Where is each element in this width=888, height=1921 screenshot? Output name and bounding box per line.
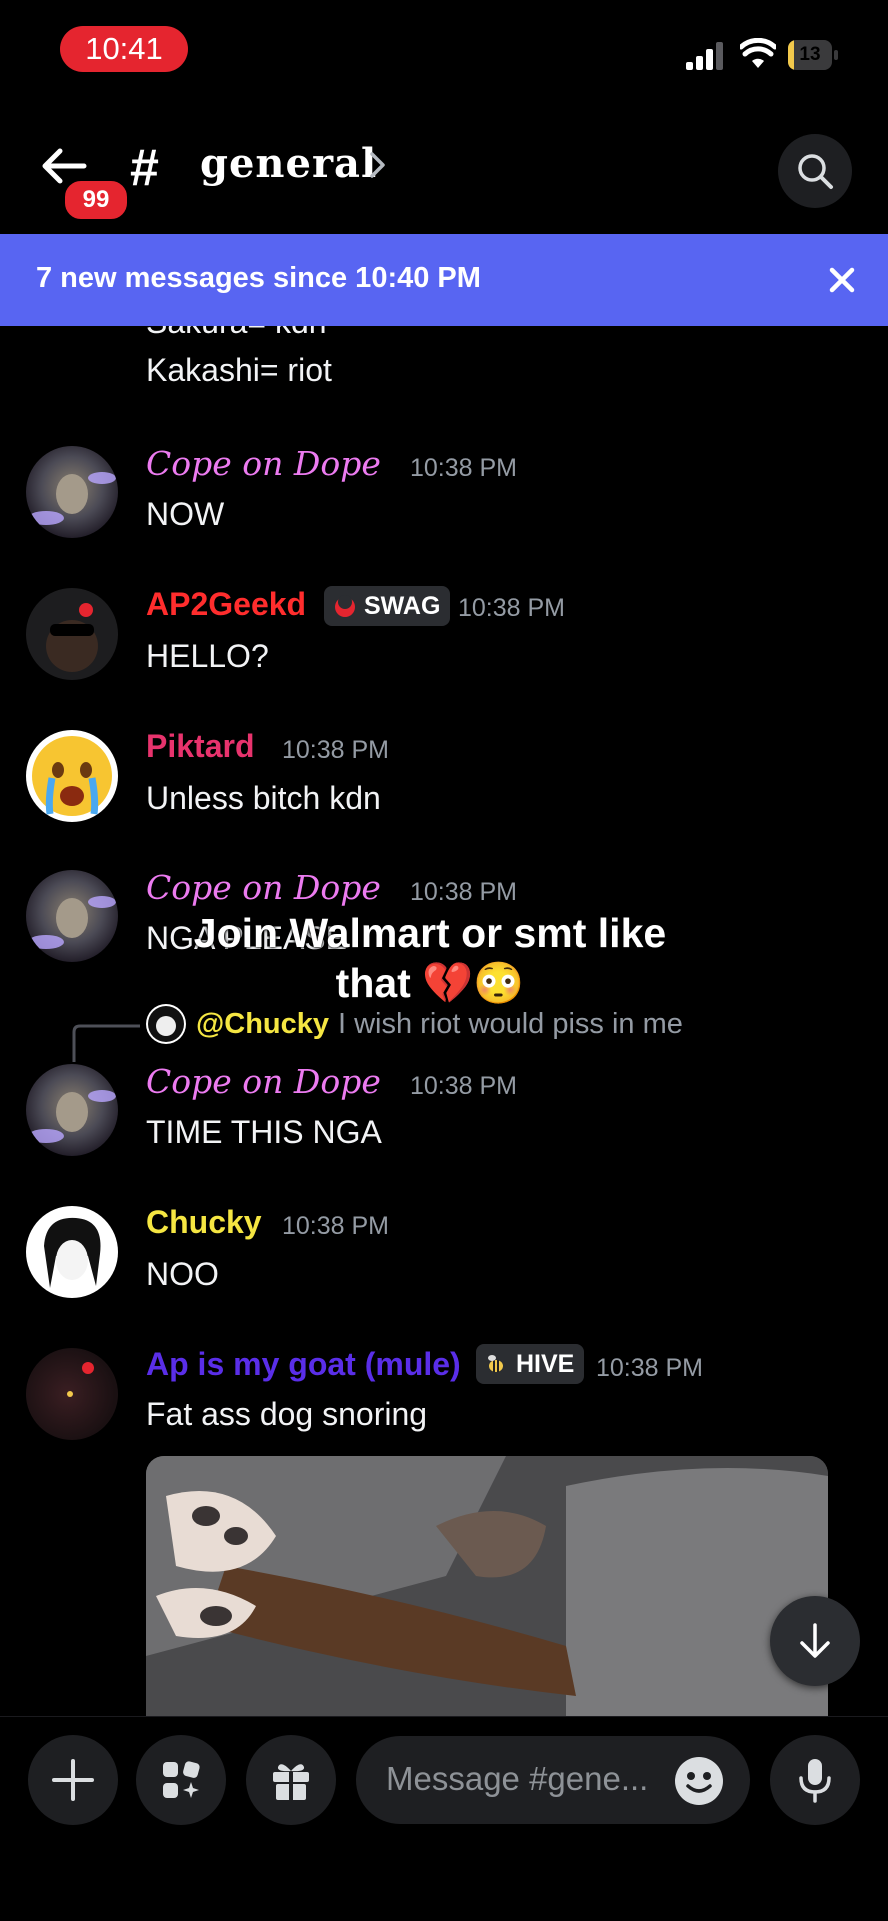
message-text: NOW [146,496,225,532]
dog-photo [146,1456,828,1716]
avatar[interactable] [26,446,118,538]
banner-text: 7 new messages since 10:40 PM [36,262,481,294]
gift-button[interactable] [246,1735,336,1825]
plus-icon [52,1759,94,1801]
channel-hash-icon: # [130,139,159,197]
message-author[interactable]: Piktard [146,728,254,765]
message-text: Kakashi= riot [146,352,332,388]
message-timestamp: 10:38 PM [410,878,518,906]
avatar[interactable] [26,730,118,822]
battery-icon: 13 [788,40,840,70]
role-tag: SWAG [324,586,451,626]
bee-icon [488,1355,503,1372]
battery-percent: 13 [799,44,821,65]
arrow-down-icon [800,1623,830,1658]
channel-name[interactable]: general [200,140,377,187]
message-author[interactable]: Ap is my goat (mule) [146,1346,461,1383]
role-tag-label: HIVE [516,1349,575,1378]
image-attachment[interactable] [146,1456,828,1716]
message-author[interactable]: Cope on Dope [146,868,381,907]
message-text: TIME THIS NGA [146,1114,382,1150]
search-icon [798,154,833,189]
message-timestamp: 10:38 PM [282,736,390,764]
video-caption-line: that 💔😳 [335,960,525,1006]
message-input[interactable]: Message #gene... [356,1736,750,1824]
message-text: Unless bitch kdn [146,780,381,816]
cell-signal-icon [686,42,723,70]
chevron-right-icon[interactable] [368,148,388,182]
reply-mention[interactable]: @Chucky [196,1008,329,1041]
swag-tag-icon [335,595,355,617]
emoji-icon[interactable] [674,1756,724,1806]
add-attachment-button[interactable] [28,1735,118,1825]
role-tag: HIVE [476,1344,585,1384]
reply-connector [72,1024,140,1062]
unread-badge: 99 [62,178,130,222]
message-author[interactable]: Cope on Dope [146,1062,381,1101]
reply-text[interactable]: I wish riot would piss in me [338,1008,683,1041]
message-text: Fat ass dog snoring [146,1396,428,1432]
wifi-icon [740,38,776,68]
message-timestamp: 10:38 PM [282,1212,390,1240]
message-timestamp: 10:38 PM [458,594,566,622]
avatar[interactable] [26,588,118,680]
message-author[interactable]: Cope on Dope [146,444,381,483]
status-time: 10:41 [60,26,188,72]
video-caption-line: Join Walmart or smt like [193,910,667,956]
apps-icon [163,1761,200,1798]
message-author[interactable]: Chucky [146,1204,262,1241]
avatar[interactable] [26,1064,118,1156]
microphone-icon [799,1759,831,1803]
search-button[interactable] [778,134,852,208]
message-timestamp: 10:38 PM [596,1354,704,1382]
gift-icon [273,1764,309,1800]
reply-avatar [146,1004,186,1044]
message-text: NOO [146,1256,219,1292]
close-icon[interactable] [828,266,856,294]
message-author[interactable]: AP2Geekd [146,586,306,623]
jump-to-bottom-button[interactable] [770,1596,860,1686]
avatar[interactable] [26,1348,118,1440]
voice-message-button[interactable] [770,1735,860,1825]
message-timestamp: 10:38 PM [410,454,518,482]
new-messages-banner[interactable]: 7 new messages since 10:40 PM [0,234,888,326]
message-placeholder: Message #gene... [386,1760,649,1797]
message-text: HELLO? [146,638,269,674]
message-timestamp: 10:38 PM [410,1072,518,1100]
avatar[interactable] [26,1206,118,1298]
avatar[interactable] [26,870,118,962]
role-tag-label: SWAG [364,591,441,620]
apps-button[interactable] [136,1735,226,1825]
